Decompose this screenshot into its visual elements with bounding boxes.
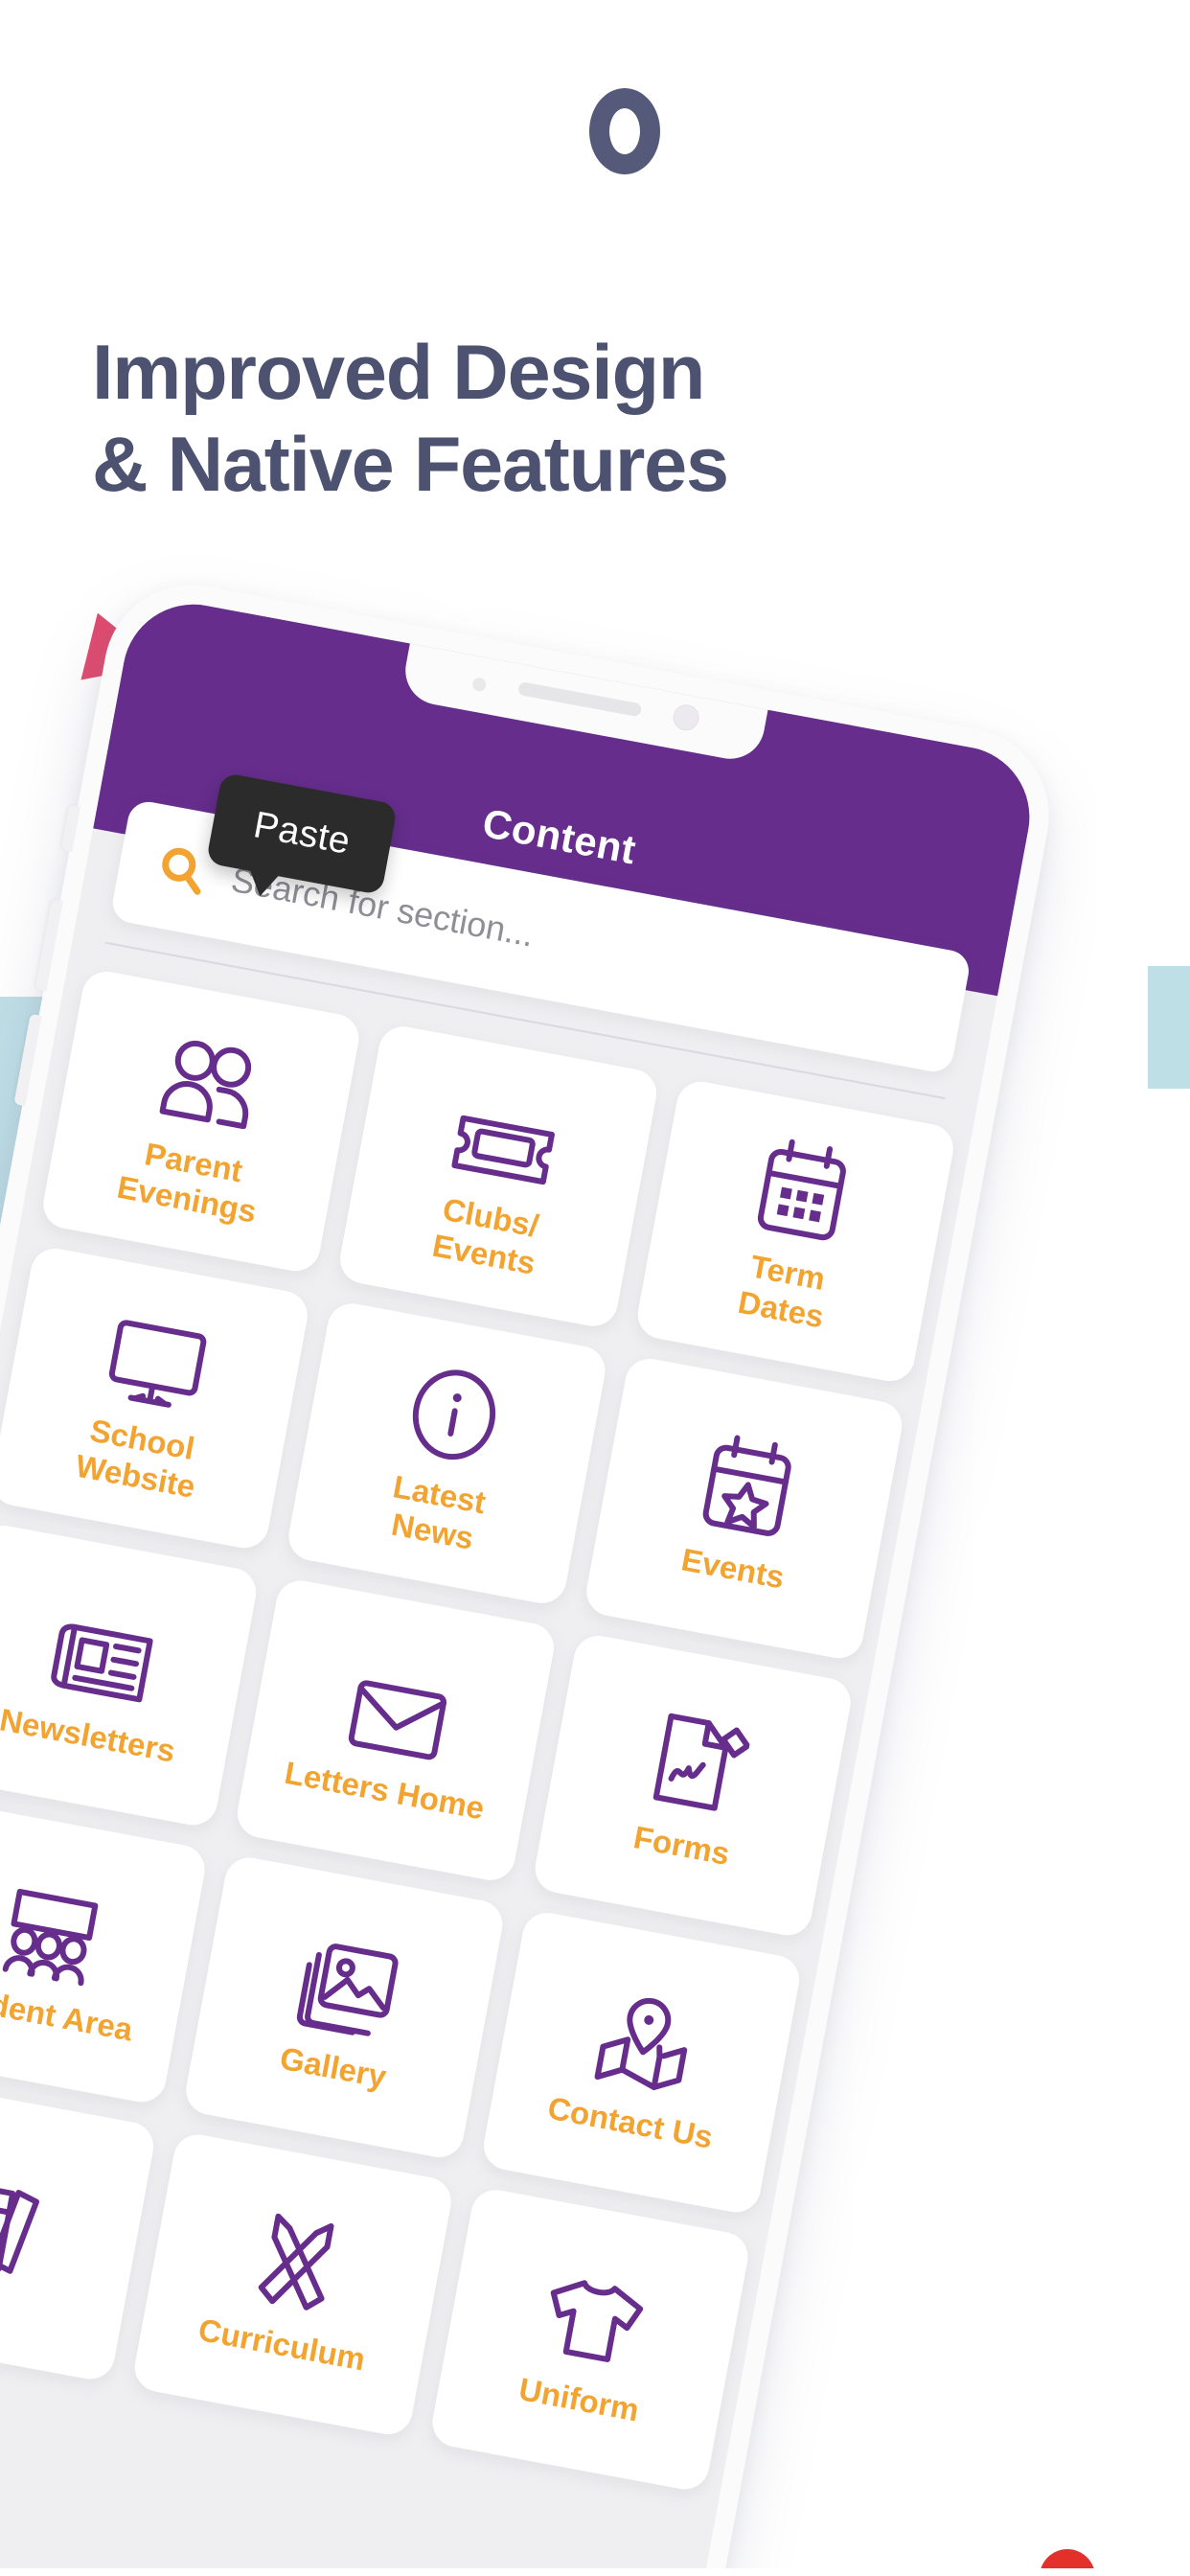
info-circle-icon	[400, 1348, 511, 1471]
phone-notch	[400, 610, 774, 765]
crossed-pencils-icon	[240, 2197, 355, 2320]
proximity-sensor-icon	[471, 677, 488, 693]
headline-line-1: Improved Design	[92, 330, 705, 417]
classroom-people-icon	[0, 1865, 113, 1990]
tile-label: School Website	[73, 1413, 198, 1505]
tile-student-area[interactable]: Student Area	[0, 1798, 210, 2106]
page-canvas: Improved Design & Native Features Conten…	[0, 0, 1190, 2576]
phone-body: Content Search for section... Parent Eve…	[0, 570, 1064, 2576]
tile-latest-news[interactable]: Latest News	[285, 1300, 609, 1608]
ring-logo-icon	[589, 88, 660, 174]
tile-label: Student Area	[0, 1976, 136, 2048]
tile-label: Newsletters	[0, 1701, 178, 1769]
speaker-grille-icon	[517, 680, 643, 718]
photos-icon	[290, 1920, 408, 2043]
envelope-icon	[342, 1643, 460, 1766]
page-title: Improved Design & Native Features	[92, 328, 1031, 511]
tile-label: Events	[678, 1541, 788, 1596]
tile-school-website[interactable]: School Website	[0, 1244, 312, 1552]
paste-tooltip-label: Paste	[250, 804, 354, 862]
tshirt-icon	[534, 2252, 655, 2377]
tile-label: Gallery	[277, 2039, 390, 2095]
tile-contact-us[interactable]: Contact Us	[479, 1908, 804, 2217]
two-people-icon	[150, 1016, 268, 1139]
tile-uniform[interactable]: Uniform	[427, 2185, 752, 2494]
tile-newsletters[interactable]: Newsletters	[0, 1521, 261, 1829]
front-camera-icon	[671, 702, 701, 733]
map-pin-icon	[587, 1975, 705, 2099]
tile-label: Latest News	[388, 1468, 489, 1556]
tile-letters-home[interactable]: Letters Home	[233, 1576, 558, 1885]
bottom-edge	[0, 2568, 1190, 2576]
calendar-star-icon	[696, 1422, 802, 1544]
tile-books[interactable]	[0, 2075, 158, 2383]
ticket-icon	[446, 1070, 566, 1194]
tile-label: Clubs/ Events	[429, 1191, 542, 1281]
tile-events[interactable]: Events	[582, 1354, 906, 1663]
phone-mockup: Content Search for section... Parent Eve…	[0, 570, 1101, 2576]
books-icon	[0, 2161, 53, 2284]
tile-clubs-events[interactable]: Clubs/ Events	[336, 1023, 661, 1330]
search-icon	[153, 841, 212, 900]
tile-label: Term Dates	[735, 1248, 828, 1335]
headline-line-2: & Native Features	[92, 421, 729, 508]
tile-label: Letters Home	[282, 1754, 488, 1827]
tile-forms[interactable]: Forms	[530, 1631, 855, 1940]
mute-switch[interactable]	[60, 804, 81, 852]
tile-curriculum[interactable]: Curriculum	[130, 2130, 455, 2439]
section-tile-grid: Parent Evenings Clubs/ Events Term Dates…	[0, 967, 958, 2494]
monitor-icon	[100, 1293, 217, 1416]
tile-term-dates[interactable]: Term Dates	[633, 1077, 958, 1386]
tile-gallery[interactable]: Gallery	[182, 1853, 507, 2162]
tile-label: Contact Us	[544, 2089, 716, 2155]
tile-label: Curriculum	[195, 2311, 369, 2378]
calendar-grid-icon	[750, 1127, 857, 1249]
volume-up-button[interactable]	[34, 898, 63, 992]
teal-accent-block-right	[1148, 966, 1190, 1089]
phone-screen: Content Search for section... Parent Eve…	[0, 592, 1041, 2576]
tile-label: Parent Evenings	[114, 1136, 260, 1230]
tile-label: Forms	[630, 1818, 733, 1872]
tile-label: Uniform	[515, 2370, 642, 2428]
tile-parent-evenings[interactable]: Parent Evenings	[39, 967, 364, 1276]
newspaper-icon	[43, 1587, 165, 1712]
document-pencil-icon	[640, 1698, 756, 1822]
